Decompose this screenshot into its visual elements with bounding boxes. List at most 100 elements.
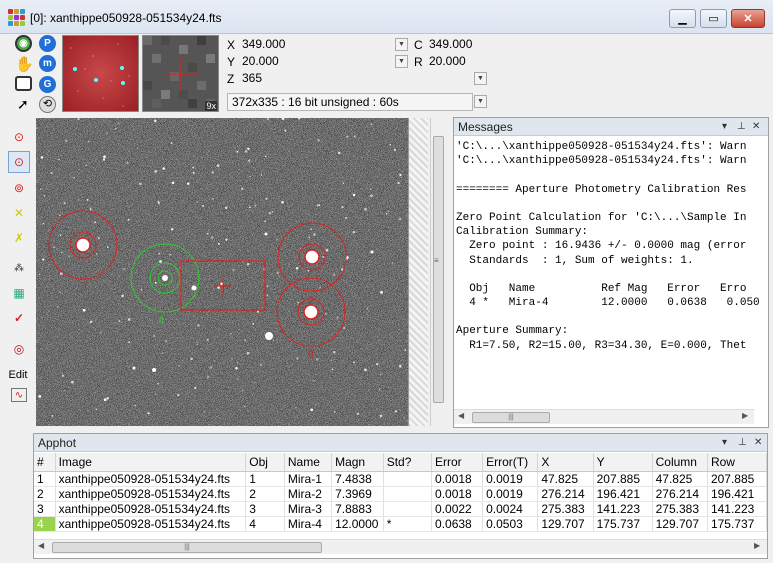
column-header[interactable]: Obj [245, 453, 285, 472]
c-label: C [414, 37, 423, 52]
messages-panel: Messages ▾ ⊥ ✕ 'C:\...\xanthippe050928-0… [453, 117, 769, 428]
edit-button[interactable]: Edit [5, 364, 31, 386]
table-cell: 4 [245, 516, 285, 532]
zoom-icon[interactable]: ◉ [15, 35, 32, 52]
close-button[interactable]: ✕ [731, 9, 765, 28]
table-cell: 1 [245, 471, 285, 487]
pin-icon[interactable]: ⊥ [737, 118, 746, 136]
column-header[interactable]: Magn [331, 453, 384, 472]
table-cell [383, 501, 433, 517]
table-row[interactable]: 2 xanthippe050928-051534y24.fts 2 Mira-2 7.3… [34, 486, 768, 502]
apphot-h-scroll-thumb[interactable]: ||| [52, 542, 322, 553]
x-field[interactable]: 349.000 [239, 37, 407, 53]
refresh-icon[interactable]: ⟲ [39, 96, 56, 113]
table-cell: 1 [34, 471, 56, 487]
splitter[interactable]: ≡ [430, 118, 448, 426]
table-row[interactable]: 4 xanthippe050928-051534y24.fts 4 Mira-4 12.… [34, 516, 768, 532]
bullseye-icon[interactable]: ◎ [8, 338, 30, 360]
column-header[interactable]: Y [593, 453, 653, 472]
apphot-scroll-right-icon[interactable]: ▶ [754, 541, 760, 550]
table-row[interactable]: 1 xanthippe050928-051534y24.fts 1 Mira-1 7.4… [34, 471, 768, 487]
table-cell: 47.825 [652, 471, 708, 487]
table-cell [383, 471, 433, 487]
table-cell: xanthippe050928-051534y24.fts [55, 471, 247, 487]
window-frame-icon[interactable] [15, 76, 32, 91]
move-aperture-icon[interactable]: ✕ [8, 202, 30, 224]
info-dropdown-icon[interactable]: ▼ [474, 95, 487, 108]
messages-h-scrollbar[interactable]: ◀ ||| ▶ [454, 409, 754, 424]
zoom-badge: 9x [205, 101, 217, 111]
y-label: Y [227, 54, 236, 69]
column-header[interactable]: X [537, 453, 594, 472]
panel-menu-icon[interactable]: ▾ [722, 118, 727, 136]
image-info-field[interactable]: 372x335 : 16 bit unsigned : 60s [227, 93, 473, 111]
scroll-right-icon[interactable]: ▶ [742, 411, 748, 420]
column-header[interactable]: Row [707, 453, 768, 472]
m-icon[interactable]: m [39, 55, 56, 72]
y-field[interactable]: 20.000 [239, 54, 407, 70]
table-cell: 7.3969 [331, 486, 384, 502]
r-field[interactable]: 20.000 [426, 54, 486, 70]
z-field[interactable]: 365 [239, 71, 485, 87]
panel-close-icon[interactable]: ✕ [752, 118, 760, 136]
stars-icon[interactable]: ⁂ [8, 257, 30, 279]
table-cell: 141.223 [593, 501, 653, 517]
pointer-icon[interactable]: ➚ [17, 96, 29, 113]
y-dropdown-icon[interactable]: ▼ [395, 55, 408, 68]
table-cell: 275.383 [652, 501, 708, 517]
messages-h-scroll-thumb[interactable]: ||| [472, 412, 550, 423]
column-header[interactable]: Image [55, 453, 247, 472]
minimize-button[interactable]: ▁ [669, 9, 696, 28]
table-cell: 3 [34, 501, 56, 517]
aperture-pin-icon[interactable]: ⊚ [8, 177, 30, 199]
astronomical-image[interactable]: 1 2 3 4 [36, 118, 408, 426]
title-bar: [0]: xanthippe050928-051534y24.fts ▁ ▭ ✕ [0, 0, 773, 34]
aperture-label-2: 2 [308, 295, 314, 307]
apphot-menu-icon[interactable]: ▾ [722, 434, 727, 452]
apphot-close-icon[interactable]: ✕ [754, 434, 762, 452]
aperture-target-icon[interactable]: ⊙ [8, 126, 30, 148]
column-header[interactable]: Error [431, 453, 484, 472]
vertical-scroll-thumb[interactable] [433, 136, 444, 403]
table-cell: 196.421 [707, 486, 768, 502]
apphot-table[interactable]: # Image Obj Name Magn Std? Error Error(T) X Y Colu… [34, 453, 768, 532]
scroll-left-icon[interactable]: ◀ [458, 411, 464, 420]
r-label: R [414, 54, 423, 69]
plot-icon[interactable]: ∿ [11, 388, 27, 402]
column-header[interactable]: # [34, 453, 56, 472]
table-cell: 276.214 [652, 486, 708, 502]
x-dropdown-icon[interactable]: ▼ [395, 38, 408, 51]
table-row[interactable]: 3 xanthippe050928-051534y24.fts 3 Mira-3 7.8… [34, 501, 768, 517]
maximize-button[interactable]: ▭ [700, 9, 727, 28]
aperture-add-icon[interactable]: ⊙ [8, 151, 30, 173]
pan-hand-icon[interactable]: ✋ [15, 55, 34, 73]
p-icon[interactable]: P [39, 35, 56, 52]
g-icon[interactable]: G [39, 76, 56, 93]
image-margin [408, 118, 428, 426]
apphot-scroll-left-icon[interactable]: ◀ [38, 541, 44, 550]
calculator-icon[interactable]: ▦ [8, 282, 30, 304]
apphot-pin-icon[interactable]: ⊥ [738, 434, 747, 452]
apphot-title-bar: Apphot ▾ ⊥ ✕ [34, 434, 767, 452]
table-cell: 7.4838 [331, 471, 384, 487]
table-cell: 276.214 [537, 486, 594, 502]
message-line: 'C:\...\xanthippe050928-051534y24.fts': … [456, 155, 747, 168]
column-header[interactable]: Name [284, 453, 333, 472]
table-cell [383, 486, 433, 502]
apphot-panel: Apphot ▾ ⊥ ✕ # Image Obj Name Magn Std? Error E… [33, 433, 768, 559]
messages-text[interactable]: 'C:\...\xanthippe050928-051534y24.fts': … [456, 140, 763, 406]
apphot-h-scrollbar[interactable]: ◀ ||| ▶ [34, 539, 767, 554]
table-cell: 0.0018 [431, 486, 484, 502]
overview-thumbnail[interactable] [62, 35, 139, 112]
message-line: Standards : 1, Sum of weights: 1. [456, 254, 694, 267]
check-icon[interactable]: ✓ [8, 307, 30, 329]
grip-icon: ≡ [434, 256, 439, 265]
table-cell: 12.0000 [331, 516, 384, 532]
table-cell: 7.8883 [331, 501, 384, 517]
column-header[interactable]: Column [652, 453, 708, 472]
column-header[interactable]: Error(T) [482, 453, 539, 472]
column-header[interactable]: Std? [383, 453, 433, 472]
delete-aperture-icon[interactable]: ✗ [8, 227, 30, 249]
z-dropdown-icon[interactable]: ▼ [474, 72, 487, 85]
c-field[interactable]: 349.000 [426, 37, 486, 53]
